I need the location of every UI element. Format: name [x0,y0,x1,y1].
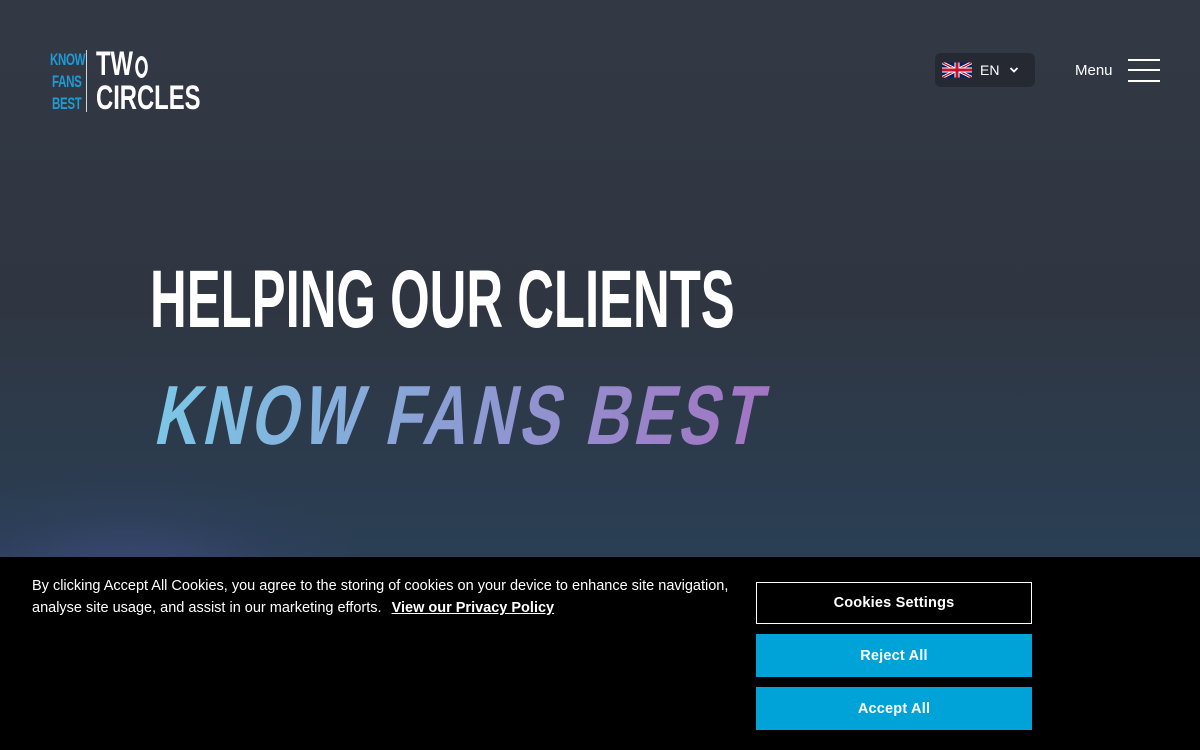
logo-word-best: BEST [52,94,82,113]
logo-divider [86,50,87,112]
chevron-down-icon [1010,67,1019,73]
logo-word-fans: FANS [52,72,82,91]
language-code: EN [980,62,1000,78]
cookie-banner: By clicking Accept All Cookies, you agre… [0,557,1200,750]
cookie-consent-text: By clicking Accept All Cookies, you agre… [32,575,732,619]
reject-all-button[interactable]: Reject All [756,634,1032,677]
menu-button[interactable]: Menu [1075,57,1160,83]
logo-word-circles: CIRCLES [96,79,201,117]
privacy-policy-link[interactable]: View our Privacy Policy [392,600,555,616]
logo-word-tw: TW [96,45,134,83]
uk-flag-icon [942,62,972,78]
accept-all-button[interactable]: Accept All [756,687,1032,730]
cookie-message: By clicking Accept All Cookies, you agre… [32,578,729,616]
hero-slogan-text: KNOW FANS BEST [149,368,779,462]
language-selector[interactable]: EN [935,53,1035,87]
cookies-settings-button[interactable]: Cookies Settings [756,582,1032,624]
logo-wordmark-line1: TW [96,45,148,83]
logo-wordmark: TW CIRCLES [96,45,201,117]
logo-circle-icon [135,56,148,78]
hero-slogan: KNOW FANS BEST [149,368,779,462]
logo-word-know: KNOW [50,50,86,69]
hamburger-icon [1127,58,1160,82]
logo-tagline: KNOW FANS BEST [50,48,86,114]
hero-title: HELPING OUR CLIENTS [150,254,735,345]
menu-label: Menu [1075,61,1113,79]
two-circles-logo[interactable]: KNOW FANS BEST TW CIRCLES [50,45,201,117]
